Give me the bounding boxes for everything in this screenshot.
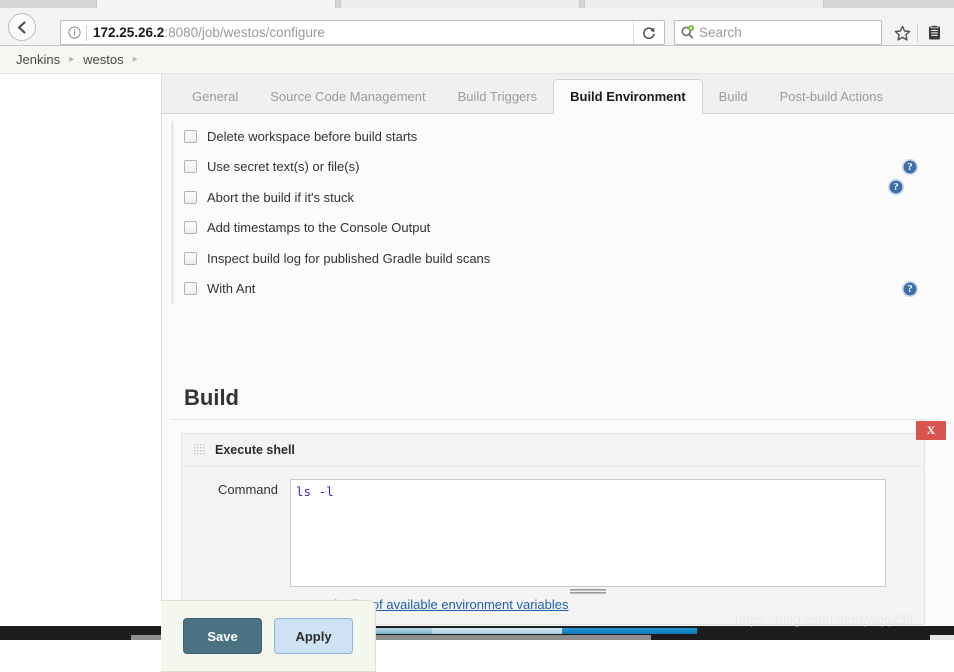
taskbar-tray [930,635,954,640]
tab-source-code-management[interactable]: Source Code Management [254,80,441,113]
command-input[interactable] [290,479,886,587]
option-label: With Ant [207,281,256,297]
option-delete-workspace[interactable]: Delete workspace before build starts [184,121,941,152]
url-text: 172.25.26.2:8080/job/westos/configure [93,25,633,40]
search-bar[interactable]: Search [674,20,882,45]
option-label: Delete workspace before build starts [207,128,418,144]
taskbar-window-item[interactable] [432,628,562,634]
browser-tab[interactable] [96,0,336,8]
tab-general[interactable]: General [176,80,254,113]
url-bar[interactable]: 172.25.26.2:8080/job/westos/configure [60,20,665,45]
breadcrumb-item-jenkins[interactable]: Jenkins [16,52,60,67]
section-divider [171,419,941,420]
tab-build-triggers[interactable]: Build Triggers [442,80,553,113]
reload-button[interactable] [633,21,664,44]
option-add-timestamps[interactable]: Add timestamps to the Console Output [184,213,941,244]
option-inspect-gradle-build-scans[interactable]: Inspect build log for published Gradle b… [184,243,941,274]
command-field-row: Command [182,467,924,594]
apply-button[interactable]: Apply [274,618,353,654]
build-section-heading: Build [184,385,239,410]
form-action-bar: Save Apply [161,600,376,672]
os-taskbar [0,626,954,640]
browser-nav-toolbar: 172.25.26.2:8080/job/westos/configure Se… [0,8,954,46]
search-input[interactable]: Search [699,25,881,40]
checkbox[interactable] [184,129,197,143]
sidebar-region [0,74,161,626]
checkbox[interactable] [184,221,197,235]
help-icon[interactable]: ? [902,280,918,297]
back-button[interactable] [8,13,36,41]
browser-chrome: 172.25.26.2:8080/job/westos/configure Se… [0,0,954,46]
breadcrumb-item-westos[interactable]: westos [83,52,123,67]
build-step-header: Execute shell X [182,421,946,467]
checkbox[interactable] [184,160,197,174]
help-icon[interactable]: ? [888,179,904,195]
search-icon[interactable] [675,22,699,44]
command-textarea-wrapper [290,479,886,594]
configure-content-panel: General Source Code Management Build Tri… [161,74,954,626]
taskbar-window-item-active[interactable] [562,628,697,634]
breadcrumb: Jenkins ▸ westos ▸ [0,46,954,74]
checkbox[interactable] [184,190,197,204]
build-step-title: Execute shell [215,443,295,457]
config-form-body: Delete workspace before build starts Use… [162,114,954,626]
library-icon[interactable] [922,21,946,45]
url-divider [86,24,87,41]
back-arrow-icon [17,20,26,34]
tab-build[interactable]: Build [703,80,764,113]
option-label: Abort the build if it's stuck [207,189,354,205]
jenkins-page: Jenkins ▸ westos ▸ General Source Code M… [0,46,954,672]
browser-tab-strip [0,0,954,8]
url-path: :8080/job/westos/configure [164,25,325,40]
tab-build-environment[interactable]: Build Environment [553,79,703,114]
resize-grip-icon[interactable] [570,588,606,595]
config-tab-bar: General Source Code Management Build Tri… [162,74,954,114]
tab-post-build-actions[interactable]: Post-build Actions [764,80,899,113]
delete-build-step-button[interactable]: X [916,421,946,440]
browser-tab[interactable] [340,0,580,8]
save-button[interactable]: Save [183,618,262,654]
watermark-text: https://blog.csdn.net/qwqq233 [735,612,914,627]
reload-icon [643,26,655,39]
option-use-secret-text-or-files[interactable]: Use secret text(s) or file(s) ? [184,152,941,183]
url-host: 172.25.26.2 [93,25,165,40]
option-label: Inspect build log for published Gradle b… [207,250,491,266]
checkbox[interactable] [184,251,197,265]
checkbox[interactable] [184,282,197,296]
breadcrumb-separator-icon: ▸ [132,54,138,65]
option-label: Use secret text(s) or file(s) [207,159,360,175]
page-info-icon[interactable] [63,22,85,44]
build-step-execute-shell: Execute shell X Command See the list of … [181,421,946,625]
option-label: Add timestamps to the Console Output [207,220,431,236]
build-environment-options: Delete workspace before build starts Use… [171,121,941,304]
browser-tab[interactable] [584,0,824,8]
option-abort-build-if-stuck[interactable]: Abort the build if it's stuck [184,182,941,213]
command-label: Command [218,482,278,497]
toolbar-divider [917,24,918,42]
bookmark-star-icon[interactable] [890,21,914,45]
drag-handle-icon[interactable] [194,443,205,457]
breadcrumb-separator-icon: ▸ [69,54,75,65]
option-with-ant[interactable]: With Ant ? [184,274,941,305]
help-icon[interactable]: ? [902,158,918,175]
